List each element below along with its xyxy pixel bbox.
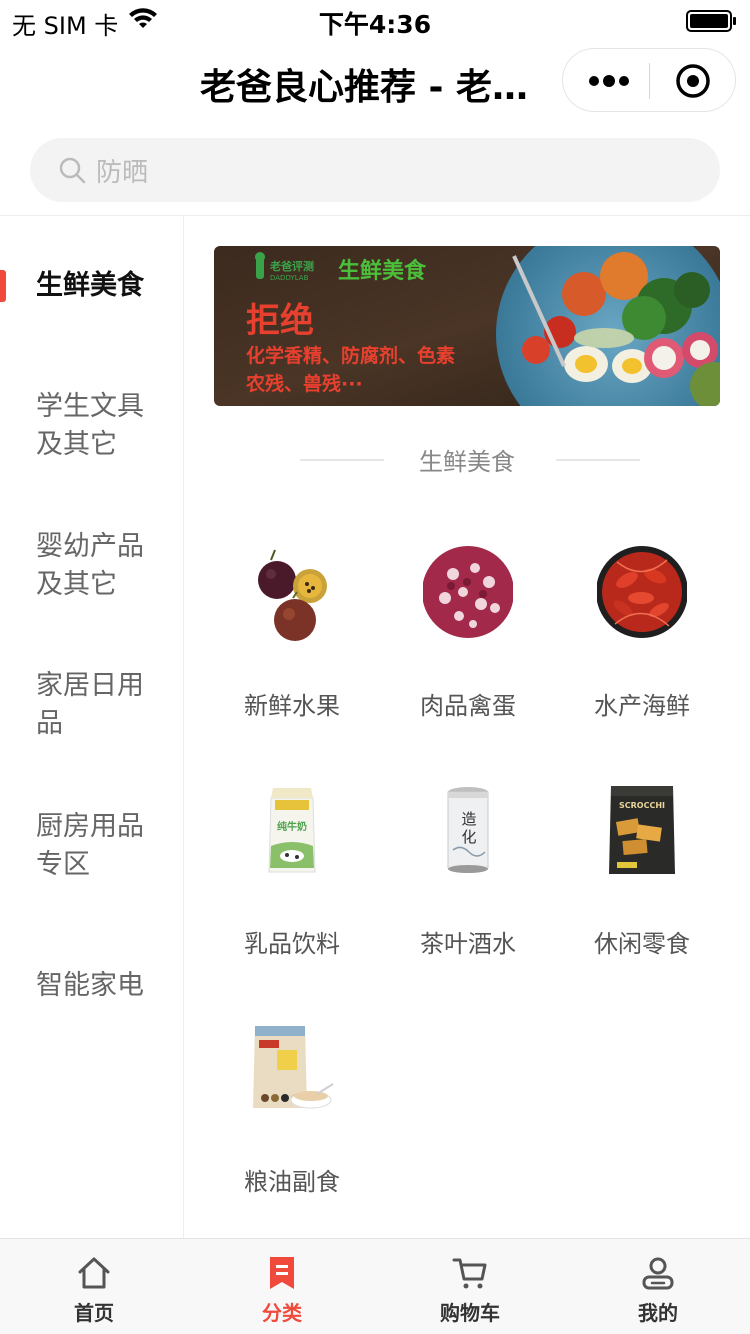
more-icon[interactable]	[587, 71, 631, 91]
banner-logo	[255, 252, 265, 279]
category-label: 新鲜水果	[244, 692, 340, 720]
banner-headline: 生鲜美食	[338, 258, 427, 284]
category-icon	[270, 1257, 294, 1289]
category-content: 老爸评测 DADDYLAB 生鲜美食 拒绝 化学香精、防腐剂、色素 农残、兽残·…	[184, 216, 750, 1238]
capsule-divider	[649, 63, 650, 99]
category-item[interactable]: SCROCCHI 休闲零食	[554, 760, 730, 990]
category-label: 肉品禽蛋	[420, 692, 516, 720]
category-item[interactable]: 造 化 茶叶酒水	[380, 760, 556, 990]
beverage-can-image: 造 化	[447, 787, 489, 873]
category-item[interactable]: 纯牛奶 乳品饮料	[204, 760, 380, 990]
sidebar-item-label: 家居日用品	[36, 670, 144, 739]
svg-text:化: 化	[461, 828, 476, 846]
search-input[interactable]: 防晒	[96, 152, 148, 189]
category-label: 乳品饮料	[244, 930, 340, 958]
tab-label: 购物车	[440, 1301, 500, 1325]
sausage-image	[423, 546, 513, 638]
banner-line-1: 化学香精、防腐剂、色素	[246, 344, 455, 367]
svg-text:造: 造	[461, 810, 476, 828]
status-time: 下午4:36	[318, 10, 432, 39]
mini-program-capsule	[562, 48, 736, 112]
svg-text:纯牛奶: 纯牛奶	[277, 820, 307, 833]
category-item[interactable]: 水产海鲜	[554, 522, 730, 752]
page-title: 老爸良心推荐 - 老…	[200, 67, 529, 108]
close-mini-program-icon[interactable]	[675, 63, 711, 99]
banner-slogan: 拒绝	[246, 301, 314, 341]
category-label: 水产海鲜	[594, 692, 690, 720]
category-sidebar: 生鲜美食 学生文具及其它 婴幼产品及其它 家居日用品 厨房用品专区 智能家电	[0, 216, 184, 1238]
banner-line-2: 农残、兽残···	[245, 372, 363, 395]
milk-carton-image: 纯牛奶	[268, 788, 316, 873]
sidebar-item-stationery[interactable]: 学生文具及其它	[0, 356, 184, 496]
tab-label: 我的	[638, 1301, 678, 1325]
grain-powder-image	[253, 1026, 334, 1109]
sidebar-item-household[interactable]: 家居日用品	[0, 636, 184, 776]
sidebar-item-baby-products[interactable]: 婴幼产品及其它	[0, 496, 184, 636]
svg-text:SCROCCHI: SCROCCHI	[619, 801, 665, 810]
section-title: 生鲜美食	[419, 448, 515, 476]
banner-brand: 老爸评测	[269, 259, 314, 273]
sidebar-item-label: 婴幼产品及其它	[36, 531, 144, 600]
tab-bar: 首页 分类 购物车 我的	[0, 1238, 750, 1334]
nav-bar: 老爸良心推荐 - 老…	[0, 40, 750, 128]
tab-label: 分类	[262, 1301, 302, 1325]
promo-banner[interactable]: 老爸评测 DADDYLAB 生鲜美食 拒绝 化学香精、防腐剂、色素 农残、兽残·…	[214, 246, 720, 406]
sidebar-item-label: 生鲜美食	[36, 270, 144, 301]
sidebar-item-label: 学生文具及其它	[36, 391, 144, 460]
sidebar-item-appliances[interactable]: 智能家电	[0, 916, 184, 1056]
search-icon	[59, 157, 86, 184]
banner-brand-en: DADDYLAB	[270, 274, 309, 282]
tab-home[interactable]: 首页	[0, 1239, 188, 1334]
profile-icon	[642, 1257, 674, 1290]
category-label: 粮油副食	[244, 1168, 340, 1196]
battery-icon	[686, 10, 736, 32]
snack-bag-image: SCROCCHI	[609, 786, 675, 874]
search-box[interactable]: 防晒	[30, 138, 720, 202]
category-item[interactable]: 肉品禽蛋	[380, 522, 556, 752]
tab-category[interactable]: 分类	[188, 1239, 376, 1334]
search-bar: 防晒	[0, 128, 750, 216]
sidebar-item-label: 厨房用品专区	[36, 811, 144, 880]
crayfish-image	[597, 546, 687, 638]
passion-fruit-image	[258, 549, 327, 641]
category-item[interactable]: 粮油副食	[204, 998, 380, 1228]
tab-cart[interactable]: 购物车	[376, 1239, 564, 1334]
home-icon	[78, 1257, 110, 1289]
sidebar-item-label: 智能家电	[36, 970, 144, 1001]
section-header: 生鲜美食	[184, 442, 750, 478]
category-label: 茶叶酒水	[420, 930, 516, 958]
category-label: 休闲零食	[594, 930, 690, 958]
section-divider-right	[556, 459, 640, 461]
status-bar: 无 SIM 卡 下午4:36	[0, 0, 750, 40]
sidebar-item-kitchen[interactable]: 厨房用品专区	[0, 776, 184, 916]
tab-profile[interactable]: 我的	[564, 1239, 750, 1334]
category-item[interactable]: 新鲜水果	[204, 522, 380, 752]
cart-icon	[452, 1258, 487, 1289]
sidebar-item-fresh-food[interactable]: 生鲜美食	[0, 216, 184, 356]
tab-label: 首页	[74, 1301, 114, 1325]
active-indicator	[0, 270, 6, 302]
